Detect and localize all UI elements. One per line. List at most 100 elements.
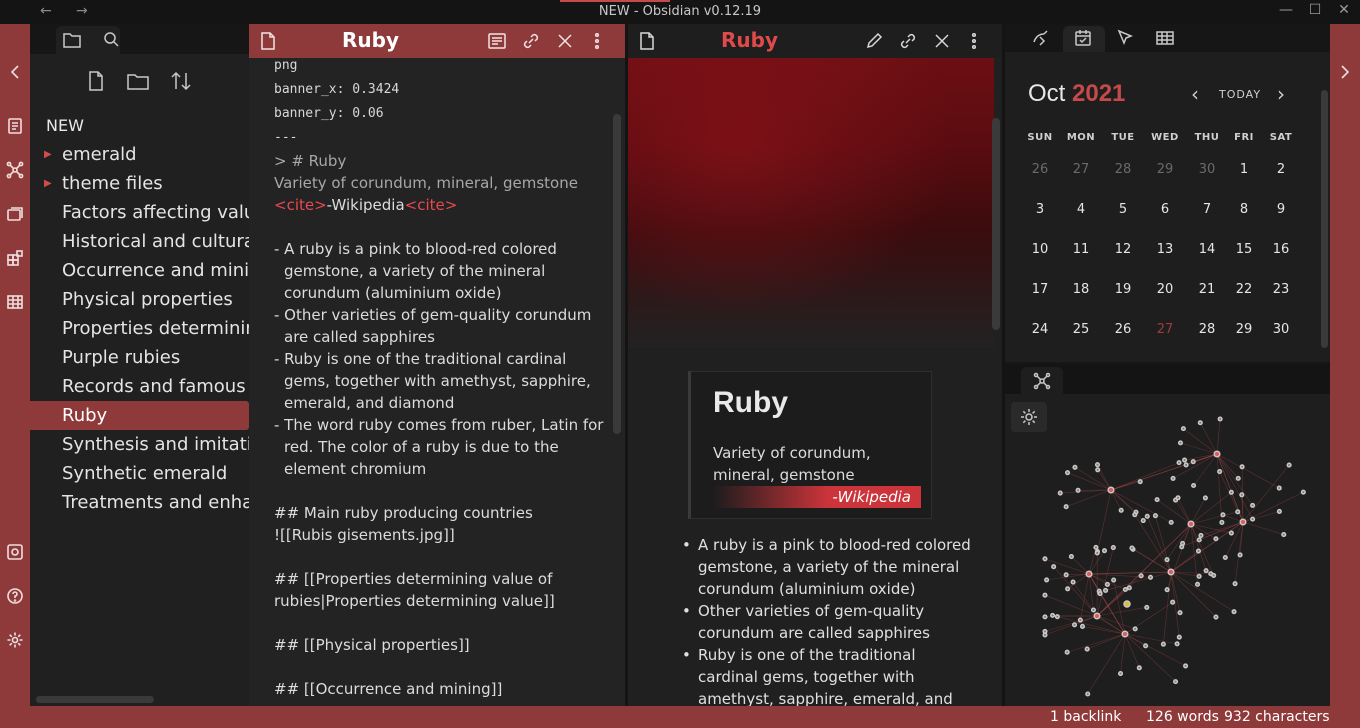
calendar-day[interactable]: 25 xyxy=(1060,322,1102,337)
markdown-source[interactable]: png banner_x: 0.3424 banner_y: 0.06 --- … xyxy=(274,54,604,700)
calendar-day[interactable]: 1 xyxy=(1223,162,1265,177)
close-pane-button[interactable] xyxy=(555,31,575,55)
caret-right-icon[interactable]: ▶ xyxy=(44,169,52,198)
calendar-day[interactable]: 10 xyxy=(1019,242,1061,257)
collapse-left-icon[interactable] xyxy=(5,62,25,82)
tree-file[interactable]: Purple rubies xyxy=(30,343,249,372)
calendar-day[interactable]: 27 xyxy=(1060,162,1102,177)
calendar-day[interactable]: 29 xyxy=(1223,322,1265,337)
more-options-button[interactable] xyxy=(966,31,982,55)
tree-file[interactable]: Factors affecting value xyxy=(30,198,249,227)
tree-file[interactable]: Properties determining value of rubies xyxy=(30,314,249,343)
backlink-count[interactable]: 1 backlink xyxy=(1050,709,1121,725)
tree-file[interactable]: Treatments and enhancements xyxy=(30,488,249,517)
calendar-day[interactable]: 13 xyxy=(1144,242,1186,257)
calendar-day[interactable]: 28 xyxy=(1186,322,1228,337)
cite-text: -Wikipedia xyxy=(326,196,405,214)
kanban-icon[interactable] xyxy=(5,248,25,268)
maximize-button[interactable]: ☐ xyxy=(1305,2,1325,18)
calendar-day[interactable]: 19 xyxy=(1102,282,1144,297)
calendar-day[interactable]: 18 xyxy=(1060,282,1102,297)
graph-node xyxy=(1093,544,1099,550)
today-button[interactable]: TODAY xyxy=(1219,88,1261,101)
slides-icon[interactable] xyxy=(5,204,25,224)
edit-mode-button[interactable] xyxy=(864,31,884,55)
calendar-day[interactable]: 2 xyxy=(1260,162,1302,177)
calendar-day[interactable]: 3 xyxy=(1019,202,1061,217)
tab-backlinks[interactable] xyxy=(1031,28,1051,52)
tab-table[interactable] xyxy=(1155,28,1175,52)
new-folder-button[interactable] xyxy=(126,70,150,96)
calendar-day[interactable]: 9 xyxy=(1260,202,1302,217)
graph-node xyxy=(1220,512,1226,518)
tree-file[interactable]: Synthetic emerald xyxy=(30,459,249,488)
calendar-day[interactable]: 24 xyxy=(1019,322,1061,337)
caret-right-icon[interactable]: ▶ xyxy=(44,140,52,169)
calendar-day[interactable]: 6 xyxy=(1144,202,1186,217)
tree-file[interactable]: Ruby xyxy=(30,401,249,430)
calendar-day[interactable]: 20 xyxy=(1144,282,1186,297)
previous-month-button[interactable]: ‹ xyxy=(1191,82,1199,106)
table-icon[interactable] xyxy=(5,292,25,312)
calendar-day[interactable]: 12 xyxy=(1102,242,1144,257)
close-pane-button[interactable] xyxy=(932,31,952,55)
calendar-day[interactable]: 29 xyxy=(1144,162,1186,177)
calendar-day[interactable]: 5 xyxy=(1102,202,1144,217)
calendar-day[interactable]: 22 xyxy=(1223,282,1265,297)
calendar-day[interactable]: 26 xyxy=(1019,162,1061,177)
minimize-button[interactable]: — xyxy=(1276,2,1296,18)
tree-file[interactable]: Physical properties xyxy=(30,285,249,314)
link-pane-button[interactable] xyxy=(898,31,918,55)
close-button[interactable]: ✕ xyxy=(1334,2,1354,18)
vault-switcher-icon[interactable] xyxy=(5,542,25,562)
graph-node xyxy=(1118,507,1124,513)
graph-edge xyxy=(1166,523,1192,560)
calendar-day[interactable]: 23 xyxy=(1260,282,1302,297)
graph-view[interactable] xyxy=(1005,394,1330,706)
calendar-day[interactable]: 7 xyxy=(1186,202,1228,217)
toggle-preview-button[interactable] xyxy=(487,31,507,55)
calendar-day[interactable]: 15 xyxy=(1223,242,1265,257)
graph-view-icon[interactable] xyxy=(5,160,25,180)
tree-file[interactable]: Historical and cultural xyxy=(30,227,249,256)
settings-icon[interactable] xyxy=(5,630,25,650)
calendar-day[interactable]: 17 xyxy=(1019,282,1061,297)
editor-scrollbar[interactable] xyxy=(613,114,621,434)
tab-calendar[interactable] xyxy=(1073,28,1093,52)
calendar-day[interactable]: 30 xyxy=(1260,322,1302,337)
new-note-button[interactable] xyxy=(86,70,106,96)
tree-folder[interactable]: ▶ theme files xyxy=(30,169,249,198)
tab-search[interactable] xyxy=(102,30,120,52)
help-icon[interactable] xyxy=(5,586,25,606)
open-quick-switcher-icon[interactable] xyxy=(5,116,25,136)
calendar-day[interactable]: 21 xyxy=(1186,282,1228,297)
calendar-scrollbar[interactable] xyxy=(1321,90,1328,348)
tree-folder[interactable]: ▶ emerald xyxy=(30,140,249,169)
sort-button[interactable] xyxy=(170,70,192,96)
calendar-day[interactable]: 11 xyxy=(1060,242,1102,257)
tree-item-label: Factors affecting value xyxy=(62,202,249,223)
tree-file[interactable]: Occurrence and mining xyxy=(30,256,249,285)
calendar-day[interactable]: 8 xyxy=(1223,202,1265,217)
link-pane-button[interactable] xyxy=(521,31,541,55)
graph-node xyxy=(1154,497,1160,503)
calendar-day[interactable]: 4 xyxy=(1060,202,1102,217)
tree-file[interactable]: Records and famous examples xyxy=(30,372,249,401)
tab-local-graph[interactable] xyxy=(1021,367,1063,394)
calendar-day[interactable]: 16 xyxy=(1260,242,1302,257)
expand-right-icon[interactable] xyxy=(1338,64,1352,84)
calendar-day[interactable]: 14 xyxy=(1186,242,1228,257)
editor-header: Ruby xyxy=(249,24,625,58)
tree-file[interactable]: Synthesis and imitation xyxy=(30,430,249,459)
calendar-day[interactable]: 28 xyxy=(1102,162,1144,177)
calendar-day[interactable]: 30 xyxy=(1186,162,1228,177)
tab-outline[interactable] xyxy=(1115,28,1135,52)
next-month-button[interactable]: › xyxy=(1277,82,1285,106)
explorer-scrollbar[interactable] xyxy=(36,696,154,703)
calendar-day[interactable]: 27 xyxy=(1144,322,1186,337)
preview-scrollbar[interactable] xyxy=(992,118,1000,330)
calendar-day[interactable]: 26 xyxy=(1102,322,1144,337)
graph-canvas[interactable] xyxy=(1005,394,1330,706)
tree-item-label: Synthetic emerald xyxy=(62,463,228,484)
more-options-button[interactable] xyxy=(589,31,605,55)
